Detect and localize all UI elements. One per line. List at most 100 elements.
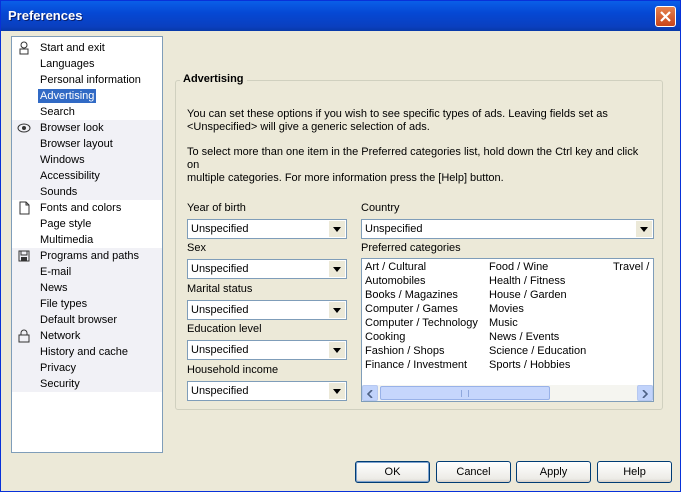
dropdown-button[interactable] <box>329 342 345 358</box>
horizontal-scrollbar[interactable] <box>362 385 653 401</box>
dropdown-button[interactable] <box>329 261 345 277</box>
close-icon <box>660 11 671 22</box>
dropdown-button[interactable] <box>329 221 345 237</box>
category-item[interactable]: Health / Fitness <box>489 275 565 287</box>
chevron-down-icon <box>333 267 341 272</box>
marital-status-label: Marital status <box>187 283 253 295</box>
nav-item-label: Privacy <box>40 362 77 374</box>
year-of-birth-label: Year of birth <box>187 202 246 214</box>
apply-button[interactable]: Apply <box>516 461 591 483</box>
nav-item-personal-information[interactable]: Personal information <box>12 72 162 88</box>
nav-item-label: Network <box>40 330 81 342</box>
nav-item-browser-look[interactable]: Browser look <box>12 120 162 136</box>
household-income-label: Household income <box>187 364 279 376</box>
marital-status-select[interactable]: Unspecified <box>187 300 347 320</box>
category-item[interactable]: Art / Cultural <box>365 261 426 273</box>
nav-group-look: Browser look Browser layout Windows Acce… <box>12 120 162 200</box>
category-item[interactable]: News / Events <box>489 331 559 343</box>
select-value: Unspecified <box>191 263 249 275</box>
nav-item-label: Page style <box>40 218 92 230</box>
nav-item-history-and-cache[interactable]: History and cache <box>12 344 162 360</box>
help-line-2: multiple categories. For more informatio… <box>187 172 504 184</box>
nav-item-label: Start and exit <box>40 42 105 54</box>
select-value: Unspecified <box>191 344 249 356</box>
select-value: Unspecified <box>191 304 249 316</box>
category-item[interactable]: Cooking <box>365 331 405 343</box>
nav-item-email[interactable]: E-mail <box>12 264 162 280</box>
dropdown-button[interactable] <box>329 383 345 399</box>
category-item[interactable]: Science / Education <box>489 345 586 357</box>
education-level-label: Education level <box>187 323 262 335</box>
nav-item-label: Programs and paths <box>40 250 140 262</box>
cancel-button[interactable]: Cancel <box>436 461 511 483</box>
nav-item-fonts-and-colors[interactable]: Fonts and colors <box>12 200 162 216</box>
nav-item-news[interactable]: News <box>12 280 162 296</box>
nav-item-browser-layout[interactable]: Browser layout <box>12 136 162 152</box>
nav-item-search[interactable]: Search <box>12 104 162 120</box>
scroll-left-button[interactable] <box>362 385 378 401</box>
nav-item-windows[interactable]: Windows <box>12 152 162 168</box>
chevron-down-icon <box>333 348 341 353</box>
nav-item-multimedia[interactable]: Multimedia <box>12 232 162 248</box>
nav-item-default-browser[interactable]: Default browser <box>12 312 162 328</box>
chevron-left-icon <box>367 390 373 398</box>
chevron-down-icon <box>333 308 341 313</box>
sex-select[interactable]: Unspecified <box>187 259 347 279</box>
preferred-categories-list[interactable]: Art / Cultural Automobiles Books / Magaz… <box>361 258 654 402</box>
preferred-categories-label: Preferred categories <box>361 242 461 254</box>
category-item[interactable]: Music <box>489 317 518 329</box>
category-item[interactable]: Computer / Games <box>365 303 458 315</box>
select-value: Unspecified <box>191 385 249 397</box>
category-item[interactable]: Books / Magazines <box>365 289 458 301</box>
title-bar[interactable]: Preferences <box>1 1 680 31</box>
preferences-nav-list[interactable]: Start and exit Languages Personal inform… <box>11 36 163 453</box>
close-button[interactable] <box>655 6 676 27</box>
nav-item-label: Multimedia <box>40 234 94 246</box>
category-item[interactable]: Travel / <box>613 261 649 273</box>
nav-item-label: Personal information <box>40 74 141 86</box>
nav-group-fonts: Fonts and colors Page style Multimedia <box>12 200 162 248</box>
sex-label: Sex <box>187 242 206 254</box>
nav-item-sounds[interactable]: Sounds <box>12 184 162 200</box>
category-item[interactable]: Fashion / Shops <box>365 345 445 357</box>
nav-item-label: Default browser <box>40 314 118 326</box>
category-item[interactable]: Automobiles <box>365 275 426 287</box>
country-select[interactable]: Unspecified <box>361 219 654 239</box>
ok-button[interactable]: OK <box>355 461 430 483</box>
category-item[interactable]: Computer / Technology <box>365 317 478 329</box>
select-value: Unspecified <box>365 223 423 235</box>
nav-item-file-types[interactable]: File types <box>12 296 162 312</box>
category-item[interactable]: Sports / Hobbies <box>489 359 570 371</box>
nav-item-languages[interactable]: Languages <box>12 56 162 72</box>
help-button[interactable]: Help <box>597 461 672 483</box>
nav-item-security[interactable]: Security <box>12 376 162 392</box>
nav-item-accessibility[interactable]: Accessibility <box>12 168 162 184</box>
nav-item-start-and-exit[interactable]: Start and exit <box>12 40 162 56</box>
nav-item-label: Search <box>40 106 75 118</box>
nav-item-network[interactable]: Network <box>12 328 162 344</box>
education-level-select[interactable]: Unspecified <box>187 340 347 360</box>
category-item[interactable]: Food / Wine <box>489 261 548 273</box>
nav-item-privacy[interactable]: Privacy <box>12 360 162 376</box>
category-item[interactable]: Finance / Investment <box>365 359 467 371</box>
scroll-thumb[interactable] <box>380 386 550 400</box>
dropdown-button[interactable] <box>329 302 345 318</box>
help-text: To select more than one item in the Pref… <box>187 146 652 185</box>
household-income-select[interactable]: Unspecified <box>187 381 347 401</box>
scroll-right-button[interactable] <box>637 385 653 401</box>
nav-item-label: History and cache <box>40 346 129 358</box>
nav-item-label: File types <box>40 298 88 310</box>
year-of-birth-select[interactable]: Unspecified <box>187 219 347 239</box>
nav-item-advertising[interactable]: Advertising <box>12 88 162 104</box>
nav-item-label: E-mail <box>40 266 72 278</box>
chevron-down-icon <box>333 389 341 394</box>
chevron-down-icon <box>333 227 341 232</box>
nav-item-programs-and-paths[interactable]: Programs and paths <box>12 248 162 264</box>
nav-item-page-style[interactable]: Page style <box>12 216 162 232</box>
category-item[interactable]: House / Garden <box>489 289 567 301</box>
dropdown-button[interactable] <box>636 221 652 237</box>
nav-item-label: Windows <box>40 154 85 166</box>
help-line-1: To select more than one item in the Pref… <box>187 146 639 171</box>
category-item[interactable]: Movies <box>489 303 524 315</box>
nav-item-label: Accessibility <box>40 170 100 182</box>
